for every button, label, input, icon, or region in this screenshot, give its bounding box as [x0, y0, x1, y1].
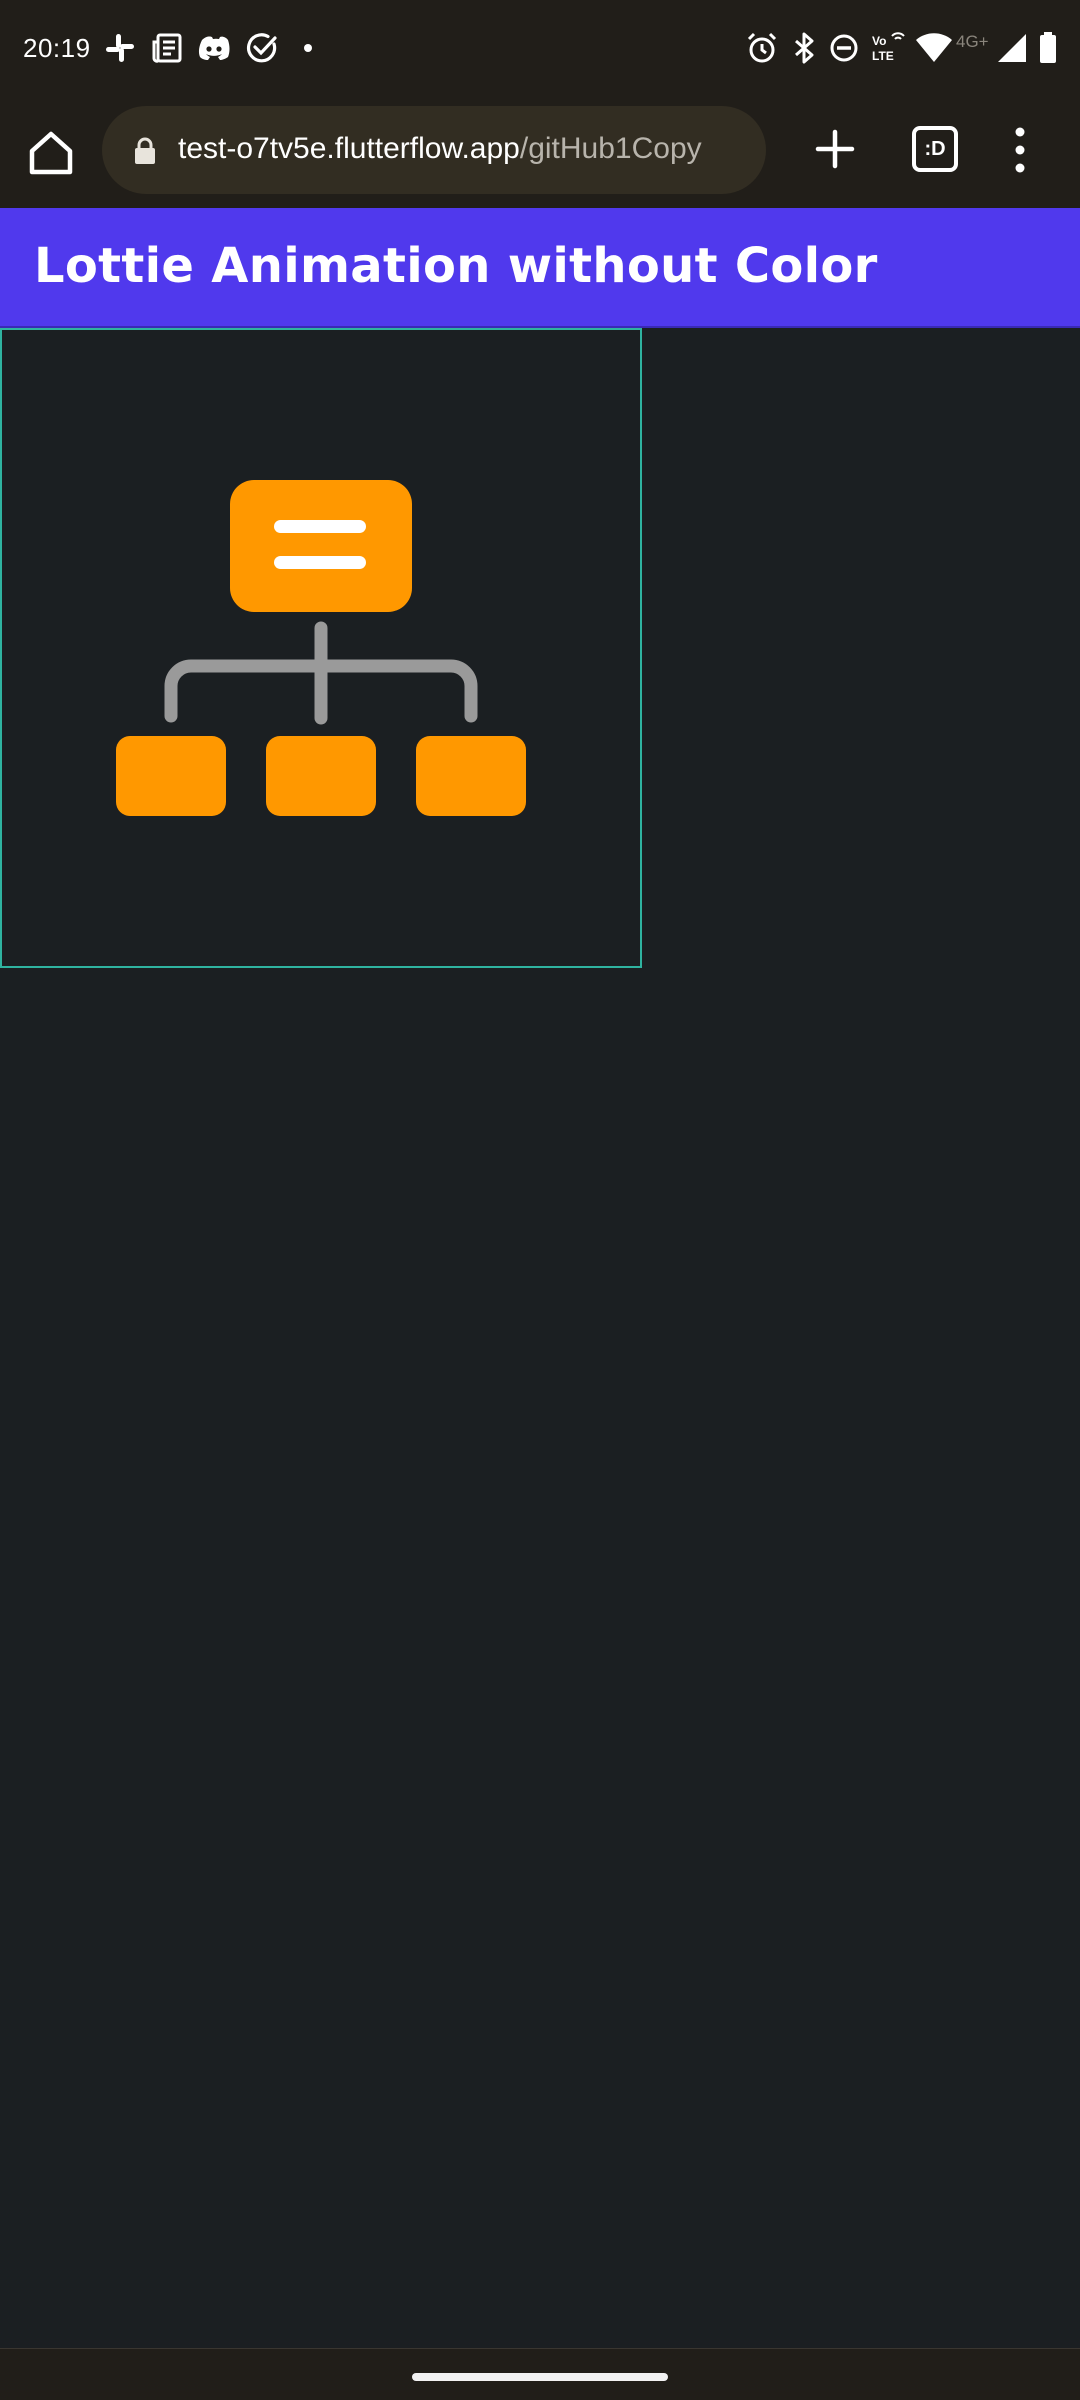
url-domain: test-o7tv5e.flutterflow.app	[178, 132, 520, 165]
url-text[interactable]: test-o7tv5e.flutterflow.app/gitHub1Copy	[178, 132, 702, 166]
tabs-icon[interactable]: :D	[912, 126, 958, 172]
gesture-handle[interactable]	[412, 2373, 668, 2381]
page-title: Lottie Animation without Color	[34, 238, 878, 294]
more-vert-icon[interactable]	[1004, 122, 1036, 178]
org-chart-child-node-center	[266, 736, 376, 816]
status-time: 20:19	[23, 33, 91, 63]
wifi-icon	[914, 30, 954, 66]
url-path: /gitHub1Copy	[519, 132, 702, 165]
dot-icon	[296, 30, 332, 66]
news-icon	[150, 30, 186, 66]
do-not-disturb-icon	[826, 30, 862, 66]
org-chart-line-bottom	[274, 556, 366, 569]
battery-icon	[1036, 30, 1060, 66]
signal-icon	[994, 30, 1030, 66]
lock-icon[interactable]	[132, 136, 158, 166]
volte-icon: Vo LTE	[870, 30, 908, 66]
discord-icon	[196, 30, 232, 66]
svg-text:Vo: Vo	[872, 34, 886, 48]
org-chart-icon	[116, 480, 526, 816]
lottie-animation	[0, 328, 642, 968]
bluetooth-icon	[786, 30, 822, 66]
navigation-bar	[0, 2348, 1080, 2400]
org-chart-child-node-left	[116, 736, 226, 816]
org-chart-line-top	[274, 520, 366, 533]
app-bar: Lottie Animation without Color	[0, 208, 1080, 328]
org-chart-child-node-right	[416, 736, 526, 816]
slack-icon	[102, 30, 138, 66]
org-chart-connectors	[164, 621, 478, 725]
svg-text:LTE: LTE	[872, 49, 894, 63]
plus-icon[interactable]	[810, 124, 860, 174]
alarm-icon	[744, 30, 780, 66]
address-bar[interactable]: test-o7tv5e.flutterflow.app/gitHub1Copy	[102, 106, 766, 194]
home-icon[interactable]	[24, 126, 78, 180]
check-circle-icon	[244, 30, 280, 66]
browser-toolbar: test-o7tv5e.flutterflow.app/gitHub1Copy …	[0, 100, 1080, 208]
network-type-label: 4G+	[956, 32, 989, 51]
status-bar: 20:19 Vo LTE 4G+	[0, 0, 1080, 100]
org-chart-top-node	[230, 480, 412, 612]
